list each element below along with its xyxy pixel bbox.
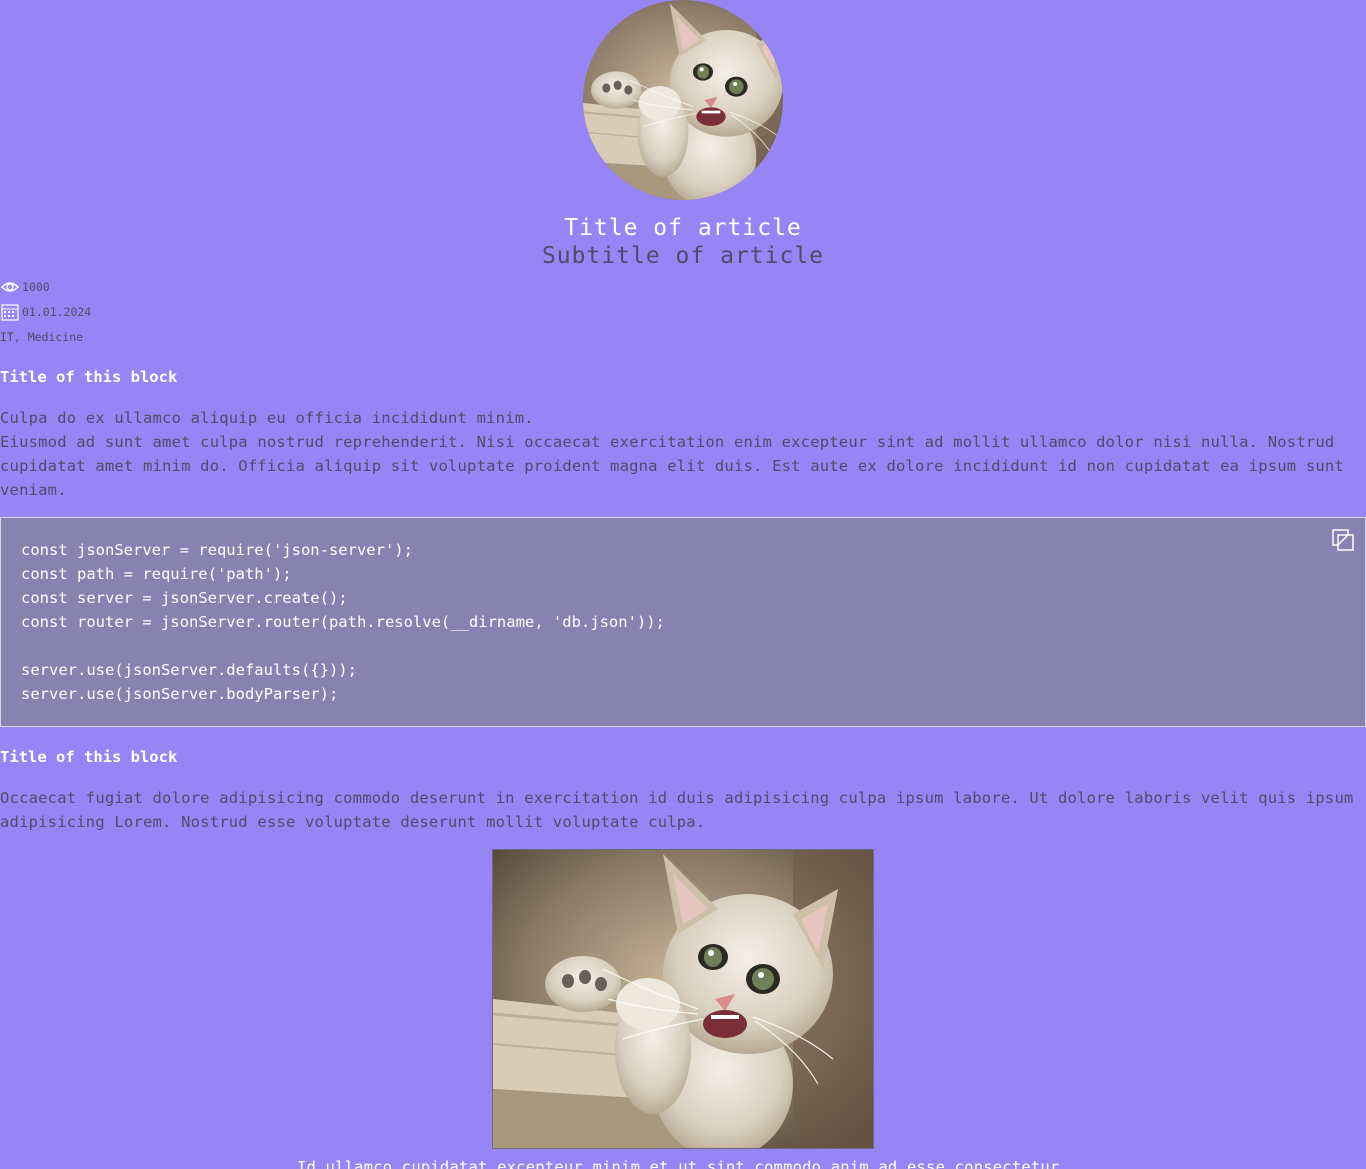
date-row: 01.01.2024 xyxy=(0,299,1366,324)
text-block-1: Title of this block Culpa do ex ullamco … xyxy=(0,367,1366,502)
calendar-icon xyxy=(0,303,20,321)
text-block-2: Title of this block Occaecat fugiat dolo… xyxy=(0,747,1366,834)
image-caption: Id ullamco cupidatat excepteur minim et … xyxy=(296,1158,1070,1169)
block-paragraph: Occaecat fugiat dolore adipisicing commo… xyxy=(0,789,1354,831)
code-block: const jsonServer = require('json-server'… xyxy=(0,517,1366,727)
tags-row: IT, Medicine xyxy=(0,324,1366,349)
block-title: Title of this block xyxy=(0,748,178,766)
article-title: Title of article xyxy=(564,215,802,241)
article-date: 01.01.2024 xyxy=(22,304,92,319)
copy-button[interactable] xyxy=(1331,528,1355,552)
code-text: const jsonServer = require('json-server'… xyxy=(21,541,665,703)
block-paragraph: Culpa do ex ullamco aliquip eu officia i… xyxy=(0,409,534,427)
block-paragraph: Eiusmod ad sunt amet culpa nostrud repre… xyxy=(0,433,1344,499)
views-row: 1000 xyxy=(0,274,1366,299)
copy-icon xyxy=(1332,529,1354,551)
article-meta: 1000 01.01.2024 IT, Medicine xyxy=(0,274,1366,349)
article-header: Title of article Subtitle of article xyxy=(0,214,1366,270)
article-image xyxy=(492,849,874,1149)
image-block: Id ullamco cupidatat excepteur minim et … xyxy=(0,849,1366,1169)
eye-icon xyxy=(0,278,20,296)
block-title: Title of this block xyxy=(0,368,178,386)
article-tags: IT, Medicine xyxy=(0,329,84,344)
article-subtitle: Subtitle of article xyxy=(541,243,825,269)
views-count: 1000 xyxy=(22,279,50,294)
code-container: const jsonServer = require('json-server'… xyxy=(0,517,1366,727)
article-avatar xyxy=(583,0,783,200)
article-page: Title of article Subtitle of article 100… xyxy=(0,0,1366,1169)
